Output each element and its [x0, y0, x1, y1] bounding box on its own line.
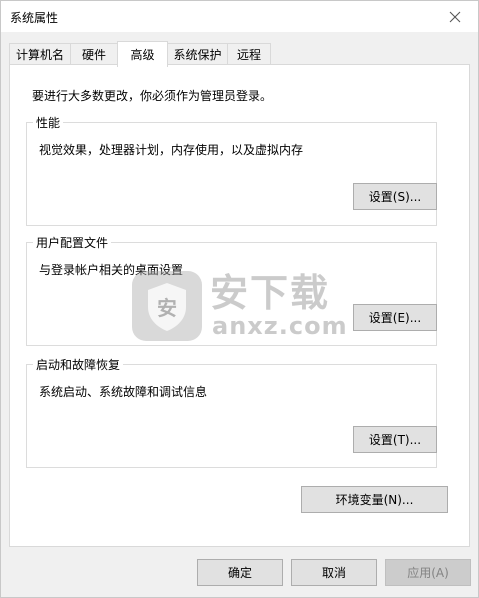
system-properties-window: 系统属性 计算机名 硬件 高级 系统保护 远程 要进行大多数更改，你必须作为管理…: [0, 0, 479, 598]
user-profiles-description: 与登录帐户相关的桌面设置: [39, 263, 184, 277]
tab-hardware[interactable]: 硬件: [70, 43, 118, 65]
close-button[interactable]: [432, 1, 478, 32]
startup-recovery-description: 系统启动、系统故障和调试信息: [39, 385, 208, 399]
admin-note: 要进行大多数更改，你必须作为管理员登录。: [32, 89, 273, 103]
user-profiles-group-title: 用户配置文件: [33, 234, 112, 251]
performance-group-title: 性能: [33, 114, 64, 131]
window-title: 系统属性: [10, 11, 59, 25]
tab-computer-name[interactable]: 计算机名: [9, 43, 71, 65]
user-profiles-group: 用户配置文件 与登录帐户相关的桌面设置 设置(E)...: [26, 234, 437, 346]
tab-advanced[interactable]: 高级: [117, 41, 168, 67]
ok-button[interactable]: 确定: [197, 559, 283, 586]
performance-group: 性能 视觉效果，处理器计划，内存使用，以及虚拟内存 设置(S)...: [26, 114, 437, 226]
environment-variables-button[interactable]: 环境变量(N)...: [301, 486, 448, 513]
performance-description: 视觉效果，处理器计划，内存使用，以及虚拟内存: [39, 143, 304, 157]
tab-system-protection[interactable]: 系统保护: [167, 43, 228, 65]
user-profiles-settings-button[interactable]: 设置(E)...: [353, 304, 437, 331]
apply-button[interactable]: 应用(A): [385, 559, 471, 586]
startup-recovery-group-title: 启动和故障恢复: [33, 356, 124, 373]
performance-settings-button[interactable]: 设置(S)...: [353, 183, 437, 210]
startup-recovery-settings-button[interactable]: 设置(T)...: [353, 426, 437, 453]
startup-recovery-group: 启动和故障恢复 系统启动、系统故障和调试信息 设置(T)...: [26, 356, 437, 468]
title-bar: 系统属性: [1, 1, 478, 32]
cancel-button[interactable]: 取消: [291, 559, 377, 586]
tab-remote[interactable]: 远程: [227, 43, 271, 65]
advanced-tab-panel: 要进行大多数更改，你必须作为管理员登录。 性能 视觉效果，处理器计划，内存使用，…: [9, 64, 470, 547]
close-icon: [449, 11, 461, 22]
